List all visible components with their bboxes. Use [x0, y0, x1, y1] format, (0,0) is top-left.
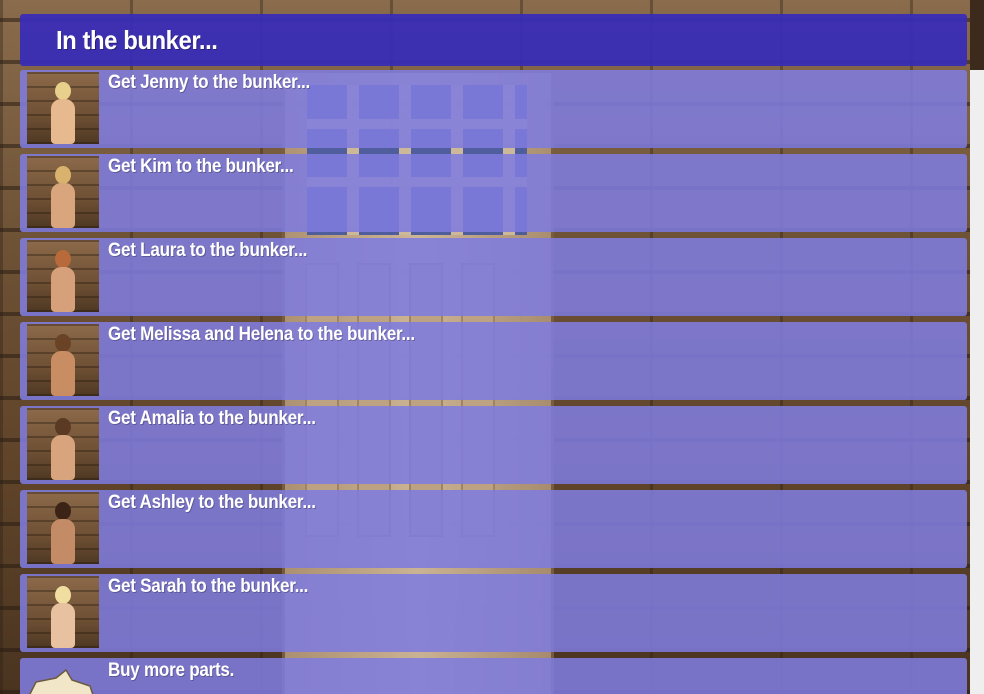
melissa-helena-portrait	[27, 324, 99, 396]
bunker-scene: In the bunker... Get Jenny to the bunker…	[0, 0, 984, 694]
sarah-portrait	[27, 576, 99, 648]
menu-item-ashley[interactable]: Get Ashley to the bunker...	[20, 490, 967, 568]
parts-icon	[29, 668, 94, 694]
jenny-portrait	[27, 72, 99, 144]
menu-items: Get Jenny to the bunker... Get Kim to th…	[20, 70, 967, 694]
menu-item-jenny[interactable]: Get Jenny to the bunker...	[20, 70, 967, 148]
laura-portrait	[27, 240, 99, 312]
ashley-portrait	[27, 492, 99, 564]
menu-item-label: Get Melissa and Helena to the bunker...	[108, 324, 415, 345]
menu-item-kim[interactable]: Get Kim to the bunker...	[20, 154, 967, 232]
menu-item-label: Get Amalia to the bunker...	[108, 408, 316, 429]
kim-portrait	[27, 156, 99, 228]
menu-item-label: Get Laura to the bunker...	[108, 240, 308, 261]
bunker-menu: In the bunker... Get Jenny to the bunker…	[20, 14, 967, 694]
menu-item-laura[interactable]: Get Laura to the bunker...	[20, 238, 967, 316]
menu-item-buy-parts[interactable]: Buy more parts.	[20, 658, 967, 694]
menu-title: In the bunker...	[56, 24, 218, 55]
menu-item-label: Buy more parts.	[108, 660, 235, 681]
menu-item-amalia[interactable]: Get Amalia to the bunker...	[20, 406, 967, 484]
menu-header: In the bunker...	[20, 14, 967, 66]
scrollbar-track[interactable]	[970, 70, 984, 694]
menu-item-label: Get Jenny to the bunker...	[108, 72, 311, 93]
menu-item-label: Get Sarah to the bunker...	[108, 576, 309, 597]
menu-item-melissa-helena[interactable]: Get Melissa and Helena to the bunker...	[20, 322, 967, 400]
menu-item-label: Get Kim to the bunker...	[108, 156, 294, 177]
menu-item-sarah[interactable]: Get Sarah to the bunker...	[20, 574, 967, 652]
amalia-portrait	[27, 408, 99, 480]
menu-item-label: Get Ashley to the bunker...	[108, 492, 316, 513]
